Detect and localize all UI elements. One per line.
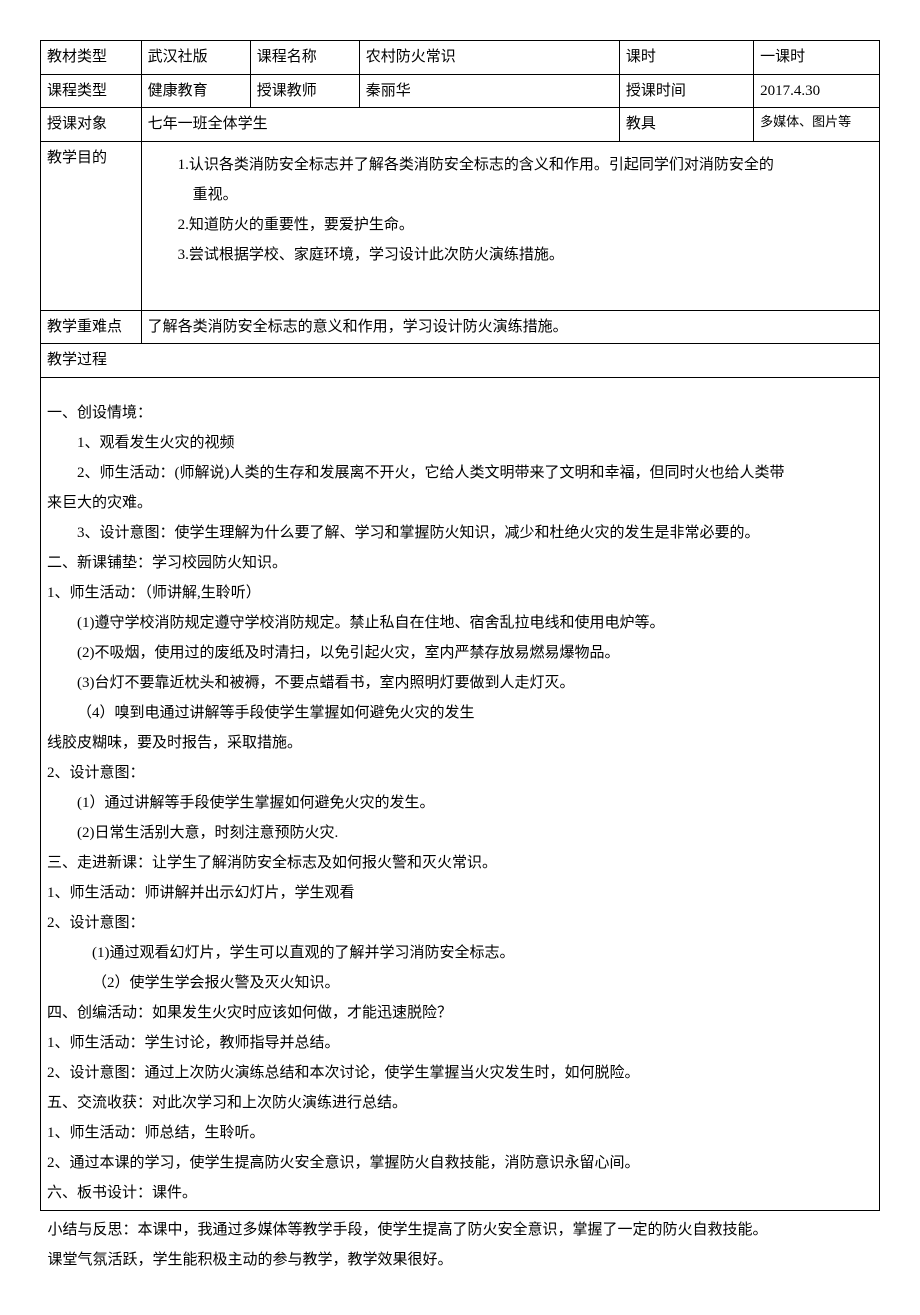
process-line: (2)日常生活别大意，时刻注意预防火灾. <box>47 818 873 848</box>
label-material-type: 教材类型 <box>41 41 142 75</box>
label-purpose: 教学目的 <box>41 141 142 310</box>
process-line: 1、师生活动：师总结，生聆听。 <box>47 1118 873 1148</box>
process-line: (1)遵守学校消防规定遵守学校消防规定。禁止私自在住地、宿舍乱拉电线和使用电炉等… <box>47 608 873 638</box>
purpose-line: 3.尝试根据学校、家庭环境，学习设计此次防火演练措施。 <box>148 240 873 270</box>
summary-line: 小结与反思：本课中，我通过多媒体等教学手段，使学生提高了防火安全意识，掌握了一定… <box>40 1215 880 1245</box>
document-root: 教材类型 武汉社版 课程名称 农村防火常识 课时 一课时 课程类型 健康教育 授… <box>40 40 880 1275</box>
process-line: 四、创编活动：如果发生火灾时应该如何做，才能迅速脱险？ <box>47 998 873 1028</box>
value-period: 一课时 <box>754 41 880 75</box>
process-line: （4）嗅到电通过讲解等手段使学生掌握如何避免火灾的发生 <box>47 698 873 728</box>
label-teach-time: 授课时间 <box>619 74 753 108</box>
label-period: 课时 <box>619 41 753 75</box>
table-row: 教学过程 <box>41 344 880 378</box>
value-audience: 七年一班全体学生 <box>141 108 619 142</box>
process-line: 2、设计意图：通过上次防火演练总结和本次讨论，使学生掌握当火灾发生时，如何脱险。 <box>47 1058 873 1088</box>
process-line: 五、交流收获：对此次学习和上次防火演练进行总结。 <box>47 1088 873 1118</box>
label-keypoint: 教学重难点 <box>41 310 142 344</box>
process-line: 2、师生活动：(师解说)人类的生存和发展离不开火，它给人类文明带来了文明和幸福，… <box>47 458 873 488</box>
process-line: (1)通过观看幻灯片，学生可以直观的了解并学习消防安全标志。 <box>47 938 873 968</box>
process-line: 2、设计意图： <box>47 908 873 938</box>
process-line: (2)不吸烟，使用过的废纸及时清扫，以免引起火灾，室内严禁存放易燃易爆物品。 <box>47 638 873 668</box>
purpose-line: 1.认识各类消防安全标志并了解各类消防安全标志的含义和作用。引起同学们对消防安全… <box>148 150 873 180</box>
label-course-type: 课程类型 <box>41 74 142 108</box>
process-line: 六、板书设计：课件。 <box>47 1178 873 1208</box>
process-line: 1、师生活动：（师讲解,生聆听） <box>47 578 873 608</box>
value-keypoint: 了解各类消防安全标志的意义和作用，学习设计防火演练措施。 <box>141 310 879 344</box>
lesson-plan-table: 教材类型 武汉社版 课程名称 农村防火常识 课时 一课时 课程类型 健康教育 授… <box>40 40 880 1211</box>
process-line: （2）使学生学会报火警及灭火知识。 <box>47 968 873 998</box>
value-course-name: 农村防火常识 <box>359 41 619 75</box>
process-line: 1、观看发生火灾的视频 <box>47 428 873 458</box>
process-line: 1、师生活动：师讲解并出示幻灯片，学生观看 <box>47 878 873 908</box>
label-audience: 授课对象 <box>41 108 142 142</box>
label-tools: 教具 <box>619 108 753 142</box>
process-line: 线胶皮糊味，要及时报告，采取措施。 <box>47 728 873 758</box>
table-row: 教材类型 武汉社版 课程名称 农村防火常识 课时 一课时 <box>41 41 880 75</box>
value-purpose: 1.认识各类消防安全标志并了解各类消防安全标志的含义和作用。引起同学们对消防安全… <box>141 141 879 310</box>
process-line: 3、设计意图：使学生理解为什么要了解、学习和掌握防火知识，减少和杜绝火灾的发生是… <box>47 518 873 548</box>
purpose-line: 重视。 <box>148 180 873 210</box>
table-row: 教学重难点 了解各类消防安全标志的意义和作用，学习设计防火演练措施。 <box>41 310 880 344</box>
table-row: 教学目的 1.认识各类消防安全标志并了解各类消防安全标志的含义和作用。引起同学们… <box>41 141 880 310</box>
process-line: 来巨大的灾难。 <box>47 488 873 518</box>
value-course-type: 健康教育 <box>141 74 250 108</box>
label-teacher: 授课教师 <box>250 74 359 108</box>
process-line: 2、通过本课的学习，使学生提高防火安全意识，掌握防火自救技能，消防意识永留心间。 <box>47 1148 873 1178</box>
process-line: (1）通过讲解等手段使学生掌握如何避免火灾的发生。 <box>47 788 873 818</box>
table-row: 一、创设情境： 1、观看发生火灾的视频 2、师生活动：(师解说)人类的生存和发展… <box>41 377 880 1210</box>
process-line: 1、师生活动：学生讨论，教师指导并总结。 <box>47 1028 873 1058</box>
summary-line: 课堂气氛活跃，学生能积极主动的参与教学，教学效果很好。 <box>40 1245 880 1275</box>
value-teach-time: 2017.4.30 <box>754 74 880 108</box>
label-process: 教学过程 <box>41 344 880 378</box>
table-row: 课程类型 健康教育 授课教师 秦丽华 授课时间 2017.4.30 <box>41 74 880 108</box>
process-line: 2、设计意图： <box>47 758 873 788</box>
summary-block: 小结与反思：本课中，我通过多媒体等教学手段，使学生提高了防火安全意识，掌握了一定… <box>40 1215 880 1275</box>
value-material-type: 武汉社版 <box>141 41 250 75</box>
process-line: 二、新课铺垫：学习校园防火知识。 <box>47 548 873 578</box>
table-row: 授课对象 七年一班全体学生 教具 多媒体、图片等 <box>41 108 880 142</box>
process-line: 一、创设情境： <box>47 398 873 428</box>
label-course-name: 课程名称 <box>250 41 359 75</box>
process-body: 一、创设情境： 1、观看发生火灾的视频 2、师生活动：(师解说)人类的生存和发展… <box>41 377 880 1210</box>
value-tools: 多媒体、图片等 <box>754 108 880 142</box>
process-line: 三、走进新课：让学生了解消防安全标志及如何报火警和灭火常识。 <box>47 848 873 878</box>
process-line: (3)台灯不要靠近枕头和被褥，不要点蜡看书，室内照明灯要做到人走灯灭。 <box>47 668 873 698</box>
value-teacher: 秦丽华 <box>359 74 619 108</box>
purpose-line: 2.知道防火的重要性，要爱护生命。 <box>148 210 873 240</box>
